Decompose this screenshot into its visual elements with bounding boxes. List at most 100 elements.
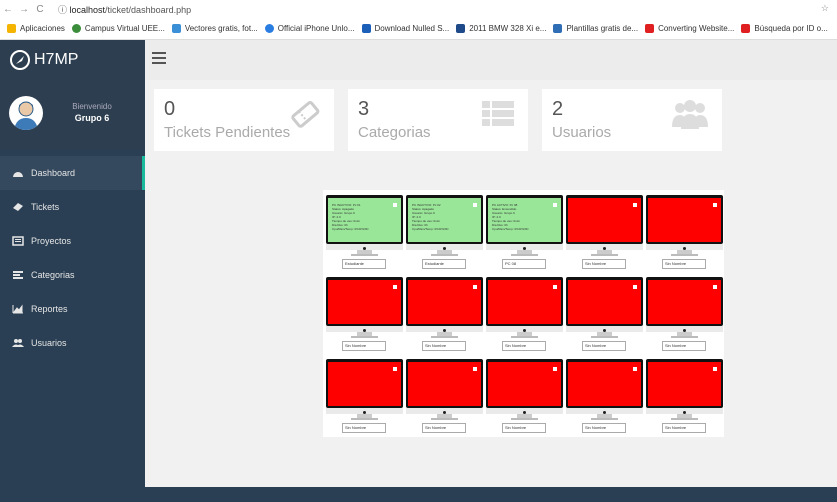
close-icon[interactable] [553, 367, 557, 371]
bookmark-item[interactable]: Aplicaciones [7, 24, 65, 33]
ticket-icon [288, 97, 322, 136]
monitor-screen-offline[interactable] [568, 198, 641, 242]
brand[interactable]: H7MP [0, 40, 145, 80]
close-icon[interactable] [633, 285, 637, 289]
stat-card-categorias[interactable]: 3 Categorias [348, 89, 528, 151]
close-icon[interactable] [393, 367, 397, 371]
close-icon[interactable] [553, 285, 557, 289]
monitor-base [431, 254, 458, 256]
bookmark-item[interactable]: Plantillas gratis de... [553, 24, 638, 33]
pc-monitor[interactable]: Sin Nombre [486, 359, 563, 439]
close-icon[interactable] [633, 203, 637, 207]
close-icon[interactable] [393, 203, 397, 207]
sidebar-nav: Dashboard Tickets Proyectos Categorias R… [0, 156, 145, 360]
sidebar-item-usuarios[interactable]: Usuarios [0, 326, 145, 360]
monitor-screen-offline[interactable] [648, 280, 721, 324]
monitor-screen-offline[interactable] [568, 362, 641, 406]
monitor-screen-offline[interactable] [408, 280, 481, 324]
url-field[interactable]: ⓘ localhost/ticket/dashboard.php [58, 3, 191, 16]
close-icon[interactable] [553, 203, 557, 207]
bookmark-label: Aplicaciones [20, 24, 65, 33]
pc-name-field[interactable]: Estudiante [342, 259, 386, 269]
bookmark-item[interactable]: Vectores gratis, fot... [171, 24, 258, 33]
reload-icon[interactable]: C [32, 4, 48, 15]
monitor-screen-online[interactable]: PC INACTIVO: Pc 01 Status: Apagado Usuario… [328, 198, 401, 242]
pc-monitor[interactable]: Sin Nombre [646, 359, 723, 439]
pc-name-field[interactable]: Sin Nombre [342, 341, 386, 351]
dashboard-icon [12, 168, 24, 178]
bookmark-item[interactable]: Converting Website... [645, 24, 734, 33]
pc-monitor[interactable]: Sin Nombre [406, 359, 483, 439]
ticket-icon [12, 202, 24, 212]
pc-monitor[interactable]: Sin Nombre [326, 277, 403, 357]
pc-monitor[interactable]: Sin Nombre [406, 277, 483, 357]
sidebar-item-categorias[interactable]: Categorias [0, 258, 145, 292]
pc-name-field[interactable]: Sin Nombre [422, 423, 466, 433]
pc-monitor[interactable]: Sin Nombre [486, 277, 563, 357]
back-icon[interactable]: ← [0, 4, 16, 15]
pc-monitor[interactable]: PC INACTIVO: Pc 01 Status: Apagado Usuario… [326, 195, 403, 275]
monitor-screen-offline[interactable] [648, 198, 721, 242]
pc-monitor[interactable]: Sin Nombre [646, 277, 723, 357]
bookmark-item[interactable]: Download Nulled S... [361, 24, 449, 33]
pc-name-field[interactable]: Sin Nombre [582, 423, 626, 433]
stat-card-tickets[interactable]: 0 Tickets Pendientes [154, 89, 334, 151]
stat-card-usuarios[interactable]: 2 Usuarios [542, 89, 722, 151]
monitor-screen-offline[interactable] [408, 362, 481, 406]
monitor-screen-offline[interactable] [328, 280, 401, 324]
monitor-screen-online[interactable]: PC INACTIVO: Pc 02 Status: Apagado Usuario… [408, 198, 481, 242]
forward-icon[interactable]: → [16, 4, 32, 15]
monitor-screen-offline[interactable] [328, 362, 401, 406]
pc-name-field[interactable]: Sin Nombre [502, 341, 546, 351]
close-icon[interactable] [473, 203, 477, 207]
reports-icon [12, 304, 24, 314]
close-icon[interactable] [713, 203, 717, 207]
sidebar-item-tickets[interactable]: Tickets [0, 190, 145, 224]
monitor-screen-offline[interactable] [648, 362, 721, 406]
pc-name-field[interactable]: Sin Nombre [662, 341, 706, 351]
monitor-screen-offline[interactable] [488, 280, 561, 324]
list-icon [480, 97, 516, 136]
sidebar-item-proyectos[interactable]: Proyectos [0, 224, 145, 258]
close-icon[interactable] [473, 367, 477, 371]
pc-name-field[interactable]: Sin Nombre [342, 423, 386, 433]
pc-monitor[interactable]: Sin Nombre [646, 195, 723, 275]
pc-monitor[interactable]: PC INACTIVO: Pc 02 Status: Apagado Usuario… [406, 195, 483, 275]
pc-name-field[interactable]: Sin Nombre [422, 341, 466, 351]
sidebar-item-label: Usuarios [31, 338, 67, 348]
monitor-base [351, 418, 378, 420]
pc-monitor[interactable]: Sin Nombre [566, 277, 643, 357]
pc-name-field[interactable]: Sin Nombre [582, 341, 626, 351]
bookmark-item[interactable]: 2011 BMW 328 Xi e... [456, 24, 546, 33]
bookmark-item[interactable]: Official iPhone Unlo... [264, 24, 355, 33]
monitor-screen-offline[interactable] [488, 362, 561, 406]
close-icon[interactable] [473, 285, 477, 289]
pc-name-field[interactable]: Sin Nombre [502, 423, 546, 433]
pc-name-field[interactable]: Sin Nombre [662, 259, 706, 269]
pc-monitor[interactable]: Sin Nombre [566, 195, 643, 275]
close-icon[interactable] [713, 367, 717, 371]
pc-monitor-panel: PC INACTIVO: Pc 01 Status: Apagado Usuario… [323, 190, 724, 437]
pc-monitor[interactable]: Sin Nombre [566, 359, 643, 439]
pc-monitor[interactable]: PC ACTIVO: Pc 08 Status: Encendido Usuario… [486, 195, 563, 275]
bookmark-icon [171, 24, 181, 33]
bookmark-item[interactable]: Campus Virtual UEE... [71, 24, 165, 33]
stat-value: 0 [164, 98, 176, 120]
pc-name-field[interactable]: PC 08 [502, 259, 546, 269]
pc-name-field[interactable]: Sin Nombre [662, 423, 706, 433]
sidebar-item-reportes[interactable]: Reportes [0, 292, 145, 326]
menu-toggle-icon[interactable] [152, 52, 166, 64]
star-icon[interactable]: ☆ [821, 3, 829, 14]
monitor-info-line: Cpu/Ram/Temp: 0%/0%/0C [492, 227, 529, 231]
pc-monitor[interactable]: Sin Nombre [326, 359, 403, 439]
bookmark-item[interactable]: Búsqueda por ID o... [741, 24, 828, 33]
sidebar-item-dashboard[interactable]: Dashboard [0, 156, 145, 190]
sidebar-item-label: Reportes [31, 304, 68, 314]
close-icon[interactable] [633, 367, 637, 371]
close-icon[interactable] [393, 285, 397, 289]
pc-name-field[interactable]: Sin Nombre [582, 259, 626, 269]
pc-name-field[interactable]: Estudiante [422, 259, 466, 269]
close-icon[interactable] [713, 285, 717, 289]
monitor-screen-offline[interactable] [568, 280, 641, 324]
monitor-screen-online[interactable]: PC ACTIVO: Pc 08 Status: Encendido Usuario… [488, 198, 561, 242]
